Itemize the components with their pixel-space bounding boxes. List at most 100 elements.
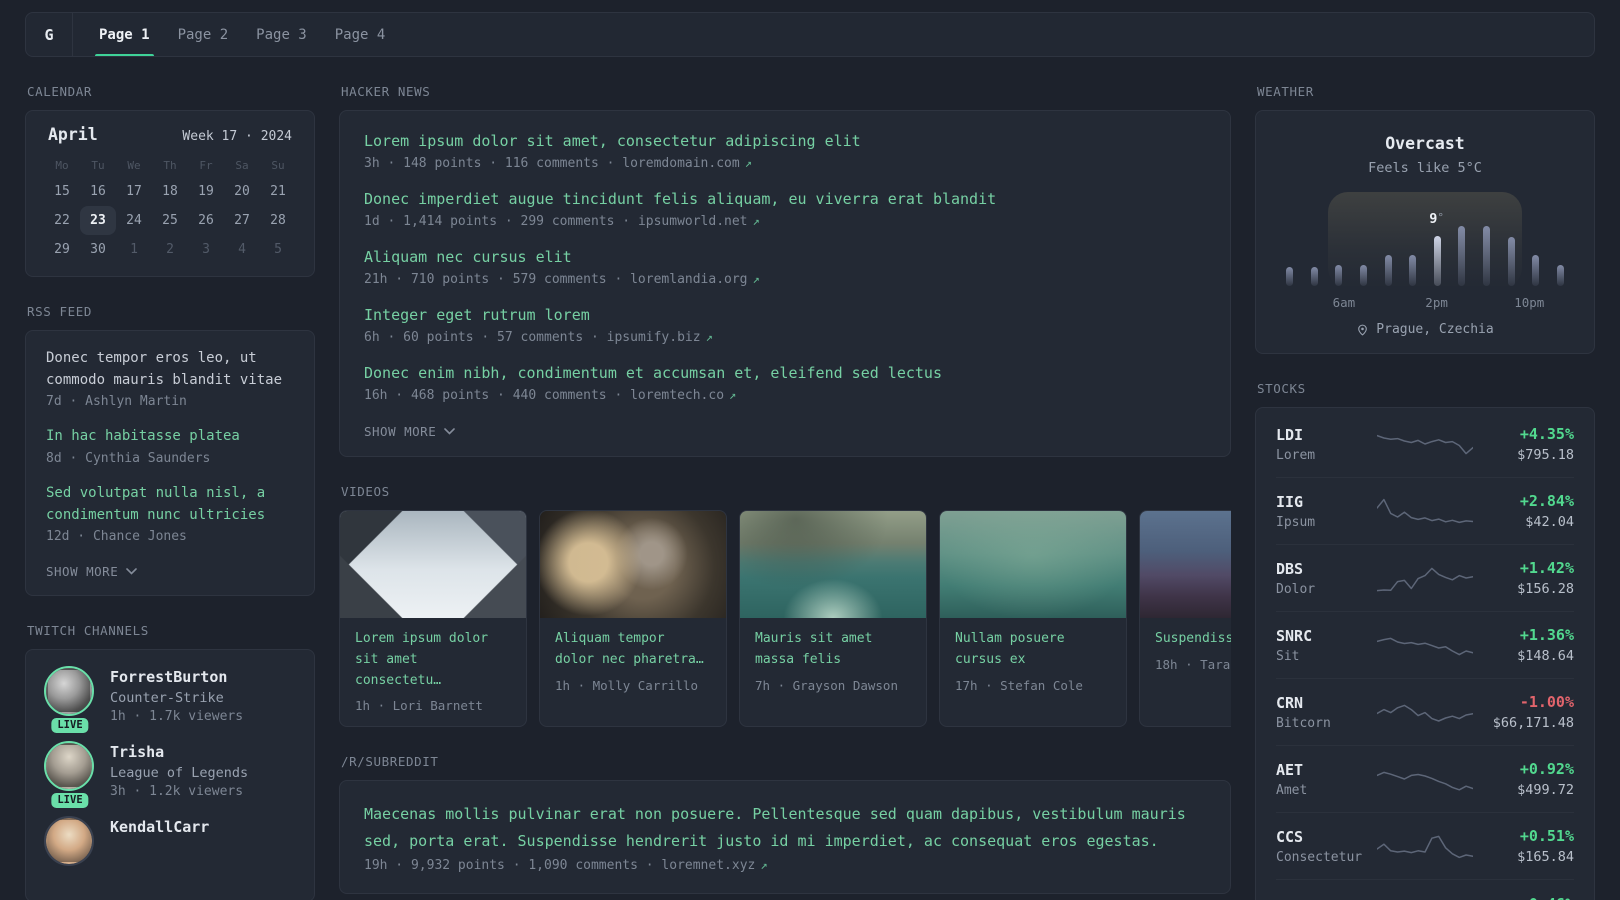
calendar-day: 19 (198, 184, 214, 199)
stock-price: $795.18 (1517, 447, 1574, 463)
weather-location-row: Prague, Czechia (1276, 322, 1574, 337)
hackernews-item-title[interactable]: Donec enim nibh, condimentum et accumsan… (364, 363, 1206, 384)
stock-sparkline (1377, 835, 1473, 859)
video-title[interactable]: Lorem ipsum dolor sit amet consectetu… (355, 629, 511, 691)
stock-change-block: +2.84% $42.04 (1473, 492, 1574, 530)
stock-symbol: AET (1276, 760, 1304, 779)
stock-row[interactable]: CRN Bitcorn -1.00% $66,171.48 (1276, 679, 1574, 746)
hackernews-show-more-button[interactable]: SHOW MORE (364, 424, 456, 439)
video-title[interactable]: Aliquam tempor dolor nec pharetra… (555, 629, 711, 671)
tab-page-2[interactable]: Page 2 (164, 13, 243, 56)
tab-page-3[interactable]: Page 3 (242, 13, 321, 56)
video-card[interactable]: Aliquam tempor dolor nec pharetra… 1h · M… (539, 510, 727, 728)
stock-row[interactable]: SNRC Sit +1.36% $148.64 (1276, 612, 1574, 679)
hackernews-item-meta: 21h · 710 points · 579 comments · loreml… (364, 272, 760, 287)
show-more-label: SHOW MORE (46, 564, 119, 580)
external-link-icon: ↗ (744, 156, 752, 170)
rss-item-title[interactable]: Sed volutpat nulla nisl, a condimentum n… (46, 483, 294, 526)
video-title[interactable]: Mauris sit amet massa felis (755, 629, 911, 671)
tab-page-4[interactable]: Page 4 (321, 13, 400, 56)
calendar-day: 2 (166, 242, 174, 257)
stock-symbol-block: CRN Bitcorn (1276, 694, 1377, 731)
stock-row[interactable]: AET Amet +0.92% $499.72 (1276, 746, 1574, 813)
external-link-icon: ↗ (752, 214, 760, 228)
stock-sparkline (1377, 434, 1473, 455)
weather-bar (1507, 237, 1515, 286)
hackernews-item-domain[interactable]: ipsumworld.net (638, 214, 748, 229)
hackernews-item-title[interactable]: Donec imperdiet augue tincidunt felis al… (364, 189, 1206, 210)
hackernews-item-domain[interactable]: loremlandia.org (630, 272, 747, 287)
avatar-image (44, 666, 94, 717)
twitch-channel-name[interactable]: ForrestBurton (110, 668, 243, 687)
app-logo[interactable]: G (26, 13, 73, 56)
twitch-channel-name[interactable]: KendallCarr (110, 818, 209, 837)
twitch-channel-name[interactable]: Trisha (110, 743, 248, 762)
hackernews-item-domain[interactable]: loremtech.co (630, 388, 724, 403)
videos-row: Lorem ipsum dolor sit amet consectetu… 1h… (339, 510, 1231, 728)
stock-symbol-block: CCS Consectetur (1276, 828, 1377, 865)
middle-column: HACKER NEWS Lorem ipsum dolor sit amet, … (339, 84, 1231, 894)
rss-item-title[interactable]: Donec tempor eros leo, ut commodo mauris… (46, 348, 294, 391)
video-title[interactable]: Nullam posuere cursus ex (955, 629, 1111, 671)
hackernews-list: Lorem ipsum dolor sit amet, consectetur … (364, 131, 1206, 403)
subreddit-post-domain[interactable]: loremnet.xyz (661, 858, 755, 873)
hackernews-item: Donec enim nibh, condimentum et accumsan… (364, 363, 1206, 403)
rss-item-title[interactable]: In hac habitasse platea (46, 426, 294, 448)
stock-symbol-block: SNRC Sit (1276, 627, 1377, 664)
show-more-label: SHOW MORE (364, 424, 437, 439)
subreddit-post-title[interactable]: Maecenas mollis pulvinar erat non posuer… (364, 801, 1206, 854)
rss-widget: RSS FEED Donec tempor eros leo, ut commo… (25, 304, 315, 597)
stock-row[interactable]: IIG Ipsum +2.84% $42.04 (1276, 478, 1574, 545)
hackernews-item-title[interactable]: Lorem ipsum dolor sit amet, consectetur … (364, 131, 1206, 152)
page-tabs: Page 1 Page 2 Page 3 Page 4 (85, 13, 399, 56)
twitch-channel[interactable]: LIVE ForrestBurton Counter-Strike 1h · 1.7k… (44, 666, 294, 734)
weather-time-label: 2pm (1425, 295, 1448, 310)
hackernews-item: Integer eget rutrum lorem 6h · 60 points … (364, 305, 1206, 345)
hackernews-item-domain[interactable]: loremdomain.com (622, 156, 739, 171)
hackernews-item-domain[interactable]: ipsumify.biz (607, 330, 701, 345)
weather-condition: Overcast (1385, 134, 1465, 153)
video-card[interactable]: Lorem ipsum dolor sit amet consectetu… 1h… (339, 510, 527, 728)
video-thumbnail-boat-wake-sea (740, 511, 926, 618)
stock-row[interactable]: AHS+0.46% (1276, 880, 1574, 900)
rss-show-more-button[interactable]: SHOW MORE (46, 564, 138, 580)
weather-card: Overcast Feels like 5°C 9° 6am 2pm 10pm Pra… (1255, 110, 1595, 354)
hackernews-item-title[interactable]: Integer eget rutrum lorem (364, 305, 1206, 326)
chevron-down-icon (126, 568, 138, 576)
video-card[interactable]: Nullam posuere cursus ex 17h · Stefan Col… (939, 510, 1127, 728)
video-card[interactable]: Suspendisse diam 18h · Tara (1139, 510, 1231, 728)
stock-row[interactable]: CCS Consectetur +0.51% $165.84 (1276, 813, 1574, 880)
twitch-channel-info: Trisha League of Legends 3h · 1.2k viewers (110, 743, 248, 799)
subreddit-widget: /R/SUBREDDIT Maecenas mollis pulvinar er… (339, 754, 1231, 894)
tab-page-1[interactable]: Page 1 (85, 13, 164, 56)
stock-change-block: +0.46% (1473, 895, 1574, 900)
video-title[interactable]: Suspendisse diam (1155, 629, 1231, 650)
twitch-avatar (44, 815, 94, 866)
video-card[interactable]: Mauris sit amet massa felis 7h · Grayson … (739, 510, 927, 728)
avatar-image (44, 741, 94, 792)
rss-list: Donec tempor eros leo, ut commodo mauris… (46, 348, 294, 544)
rss-item: Donec tempor eros leo, ut commodo mauris… (46, 348, 294, 409)
hackernews-item: Lorem ipsum dolor sit amet, consectetur … (364, 131, 1206, 171)
stock-change: +1.42% (1519, 559, 1574, 577)
twitch-channel[interactable]: LIVE Trisha League of Legends 3h · 1.2k vie… (44, 741, 294, 808)
hackernews-item-title[interactable]: Aliquam nec cursus elit (364, 247, 1206, 268)
calendar-header: April Week 17 · 2024 (44, 125, 296, 144)
twitch-channel[interactable]: KendallCarr (44, 815, 294, 866)
stock-row[interactable]: DBS Dolor +1.42% $156.28 (1276, 545, 1574, 612)
weather-chart: 9° 6am 2pm 10pm (1286, 192, 1564, 310)
weather-time-label: 10pm (1514, 295, 1545, 310)
live-badge: LIVE (51, 792, 89, 808)
hackernews-widget: HACKER NEWS Lorem ipsum dolor sit amet, … (339, 84, 1231, 457)
weather-time-label: 6am (1332, 295, 1356, 310)
stock-change: +0.92% (1519, 760, 1574, 778)
video-card-body: Mauris sit amet massa felis 7h · Grayson … (740, 618, 926, 706)
weather-bar (1310, 267, 1318, 286)
stock-price: $165.84 (1517, 849, 1574, 865)
stock-row[interactable]: LDI Lorem +4.35% $795.18 (1276, 411, 1574, 478)
map-pin-icon (1358, 324, 1368, 336)
stock-symbol: LDI (1276, 425, 1304, 444)
stock-price: $156.28 (1517, 581, 1574, 597)
stocks-widget: STOCKS LDI Lorem +4.35% $795.18 IIG Ipsum +2.8… (1255, 381, 1595, 900)
stock-change: +2.84% (1519, 492, 1574, 510)
